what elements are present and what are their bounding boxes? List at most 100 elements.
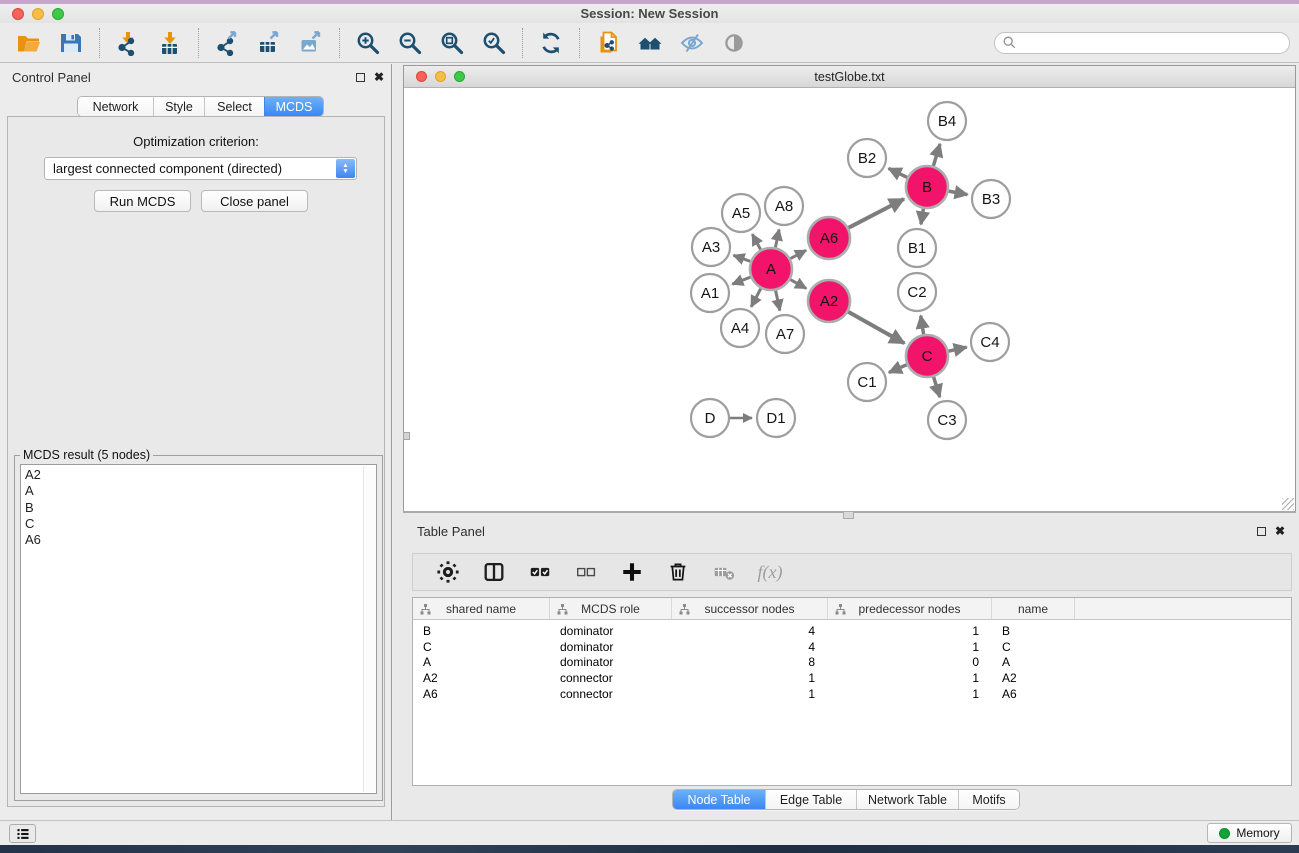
table-cell[interactable]: dominator <box>550 655 672 669</box>
search-input[interactable] <box>1021 35 1281 51</box>
table-row[interactable]: A6connector11A6 <box>413 686 1291 702</box>
graph-edge-A6-B[interactable] <box>849 199 904 228</box>
table-row[interactable]: A2connector11A2 <box>413 670 1291 686</box>
graph-node-D1[interactable]: D1 <box>757 399 795 437</box>
graph-edge-C-C2[interactable] <box>921 316 924 335</box>
float-panel-icon[interactable] <box>356 73 365 82</box>
mcds-result-item[interactable]: A6 <box>25 532 376 548</box>
tab-mcds[interactable]: MCDS <box>264 97 323 116</box>
graph-node-A7[interactable]: A7 <box>766 315 804 353</box>
table-cell[interactable]: 1 <box>828 671 992 685</box>
zoom-selected-icon[interactable] <box>477 28 511 58</box>
frame-resize-grip-left[interactable] <box>403 432 410 440</box>
tab-edge-table[interactable]: Edge Table <box>765 790 856 809</box>
graph-node-B3[interactable]: B3 <box>972 180 1010 218</box>
graph-node-A8[interactable]: A8 <box>765 187 803 225</box>
save-session-icon[interactable] <box>54 28 88 58</box>
graph-node-A6[interactable]: A6 <box>808 217 850 259</box>
graph-node-C2[interactable]: C2 <box>898 273 936 311</box>
network-canvas-container[interactable]: B4B2BB3A8A5A6A3B1AA1C2A2A4A7C4CC1DD1C3 <box>404 88 1295 511</box>
table-cell[interactable]: B <box>413 624 550 638</box>
table-cell[interactable]: A <box>992 655 1075 669</box>
duplicate-network-icon[interactable] <box>591 28 625 58</box>
graph-node-A5[interactable]: A5 <box>722 194 760 232</box>
network-graph[interactable]: B4B2BB3A8A5A6A3B1AA1C2A2A4A7C4CC1DD1C3 <box>404 88 1295 511</box>
close-window-button[interactable] <box>12 8 24 20</box>
zoom-in-icon[interactable] <box>351 28 385 58</box>
graph-edge-B-B3[interactable] <box>949 191 968 195</box>
column-header-name[interactable]: name <box>992 598 1075 619</box>
table-cell[interactable]: C <box>413 640 550 654</box>
table-cell[interactable]: 1 <box>672 671 828 685</box>
table-cell[interactable]: A <box>413 655 550 669</box>
table-cell[interactable]: 1 <box>828 624 992 638</box>
table-cell[interactable]: 1 <box>672 687 828 701</box>
node-table[interactable]: shared nameMCDS rolesuccessor nodesprede… <box>412 597 1292 786</box>
graph-edge-C-C1[interactable] <box>889 365 907 373</box>
graph-edge-A-A7[interactable] <box>776 291 780 311</box>
memory-button[interactable]: Memory <box>1207 823 1292 843</box>
mcds-result-item[interactable]: A2 <box>25 467 376 483</box>
graph-edge-A-A4[interactable] <box>751 289 761 307</box>
graph-node-C1[interactable]: C1 <box>848 363 886 401</box>
tab-network[interactable]: Network <box>78 97 153 116</box>
table-cell[interactable]: 4 <box>672 640 828 654</box>
graph-edge-A-A8[interactable] <box>775 230 779 248</box>
mcds-result-item[interactable]: A <box>25 483 376 499</box>
graph-node-C3[interactable]: C3 <box>928 401 966 439</box>
zoom-network-window-button[interactable] <box>454 71 465 82</box>
tab-network-table[interactable]: Network Table <box>856 790 958 809</box>
select-all-columns-icon[interactable] <box>523 557 557 587</box>
show-task-history-button[interactable] <box>9 824 36 843</box>
graph-edge-A-A6[interactable] <box>790 250 806 258</box>
zoom-fit-icon[interactable] <box>435 28 469 58</box>
graph-edge-B-B1[interactable] <box>921 209 924 225</box>
run-mcds-button[interactable]: Run MCDS <box>94 190 191 212</box>
table-cell[interactable]: B <box>992 624 1075 638</box>
table-cell[interactable]: 1 <box>828 640 992 654</box>
graph-node-D[interactable]: D <box>691 399 729 437</box>
column-header-successor-nodes[interactable]: successor nodes <box>672 598 828 619</box>
graph-node-B1[interactable]: B1 <box>898 229 936 267</box>
graph-node-B[interactable]: B <box>906 166 948 208</box>
graph-edge-B-B2[interactable] <box>889 168 908 177</box>
graph-node-A2[interactable]: A2 <box>808 280 850 322</box>
graph-edge-A-A5[interactable] <box>752 234 760 249</box>
refresh-icon[interactable] <box>534 28 568 58</box>
table-cell[interactable]: dominator <box>550 624 672 638</box>
graph-node-C4[interactable]: C4 <box>971 323 1009 361</box>
graph-node-B4[interactable]: B4 <box>928 102 966 140</box>
graph-node-A3[interactable]: A3 <box>692 228 730 266</box>
minimize-window-button[interactable] <box>32 8 44 20</box>
graph-node-C[interactable]: C <box>906 335 948 377</box>
table-cell[interactable]: 0 <box>828 655 992 669</box>
zoom-out-icon[interactable] <box>393 28 427 58</box>
minimize-network-window-button[interactable] <box>435 71 446 82</box>
table-cell[interactable]: 8 <box>672 655 828 669</box>
table-row[interactable]: Bdominator41B <box>413 623 1291 639</box>
horizontal-splitter-handle[interactable] <box>843 512 854 519</box>
open-session-icon[interactable] <box>12 28 46 58</box>
graph-node-A1[interactable]: A1 <box>691 274 729 312</box>
float-table-panel-icon[interactable] <box>1257 527 1266 536</box>
tab-style[interactable]: Style <box>153 97 204 116</box>
tab-select[interactable]: Select <box>204 97 264 116</box>
graph-node-B2[interactable]: B2 <box>848 139 886 177</box>
home-view-icon[interactable] <box>633 28 667 58</box>
tab-motifs[interactable]: Motifs <box>958 790 1019 809</box>
close-network-window-button[interactable] <box>416 71 427 82</box>
split-table-icon[interactable] <box>477 557 511 587</box>
tab-node-table[interactable]: Node Table <box>673 790 765 809</box>
close-panel-icon[interactable]: ✖ <box>374 72 384 82</box>
table-cell[interactable]: connector <box>550 671 672 685</box>
graph-node-A[interactable]: A <box>750 248 792 290</box>
graph-edge-A-A2[interactable] <box>790 280 806 289</box>
graph-edge-A2-C[interactable] <box>848 312 904 344</box>
import-table-icon[interactable] <box>153 28 187 58</box>
table-cell[interactable]: dominator <box>550 640 672 654</box>
graph-edge-A-A1[interactable] <box>732 277 750 284</box>
search-field[interactable] <box>994 32 1290 54</box>
table-cell[interactable]: C <box>992 640 1075 654</box>
create-column-icon[interactable] <box>615 557 649 587</box>
export-table-icon[interactable] <box>252 28 286 58</box>
